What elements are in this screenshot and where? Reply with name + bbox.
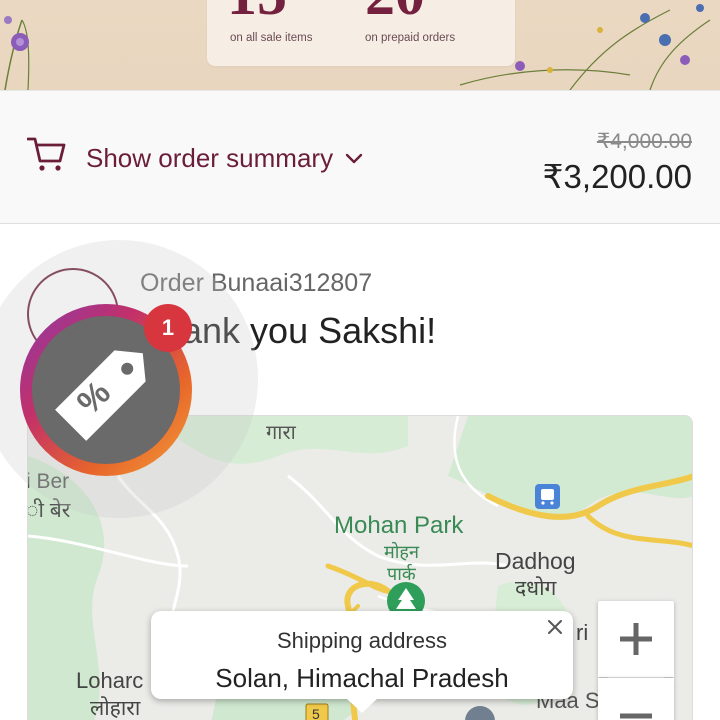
map-label-lohar: Loharc bbox=[76, 668, 144, 693]
popup-pointer bbox=[346, 698, 378, 713]
offer-value: 20 bbox=[365, 0, 425, 24]
flower-decoration-left bbox=[4, 16, 30, 90]
map-label-lohar-hindi: लोहारा bbox=[90, 697, 141, 720]
total-price: ₹3,200.00 bbox=[542, 158, 692, 195]
shipping-address-popup: Shipping address Solan, Himachal Pradesh bbox=[151, 611, 573, 713]
plus-icon bbox=[620, 623, 652, 655]
map-label-ri: ri bbox=[576, 620, 589, 645]
map-label-mohan-park: Mohan Park bbox=[334, 512, 464, 539]
shipping-address-value: Solan, Himachal Pradesh bbox=[215, 663, 509, 693]
original-price: ₹4,000.00 bbox=[596, 130, 692, 153]
minus-icon bbox=[620, 713, 652, 719]
chevron-down-icon bbox=[345, 153, 363, 163]
show-order-summary-toggle[interactable]: Show order summary bbox=[86, 143, 363, 174]
road-number: 5 bbox=[312, 706, 320, 720]
zoom-in-button[interactable] bbox=[598, 601, 674, 677]
offer-note: on prepaid orders bbox=[365, 32, 456, 44]
discount-count-badge: 1 bbox=[144, 304, 192, 352]
bus-stop-icon bbox=[535, 484, 560, 509]
promo-banner: 15 off on all sale items 20 off on prepa… bbox=[0, 0, 720, 90]
map-label-dadhog-hindi: दधोग bbox=[515, 577, 557, 600]
offer-value: 15 bbox=[227, 0, 287, 24]
map-label-park-hindi: पार्क bbox=[387, 564, 416, 584]
summary-toggle-label: Show order summary bbox=[86, 143, 334, 173]
map-label-gara: गारा bbox=[266, 422, 296, 444]
cart-icon bbox=[27, 137, 66, 171]
close-icon[interactable] bbox=[547, 619, 563, 635]
map-label-dadhog: Dadhog bbox=[495, 548, 576, 574]
order-summary-bar: Show order summary ₹4,000.00 ₹3,200.00 bbox=[0, 90, 720, 224]
shipping-address-title: Shipping address bbox=[276, 628, 447, 653]
offer-note: on all sale items bbox=[230, 32, 313, 44]
flower-decoration-right bbox=[459, 4, 711, 90]
zoom-out-button[interactable] bbox=[598, 678, 674, 720]
map-label-mohan-hindi: मोहन bbox=[384, 542, 419, 562]
